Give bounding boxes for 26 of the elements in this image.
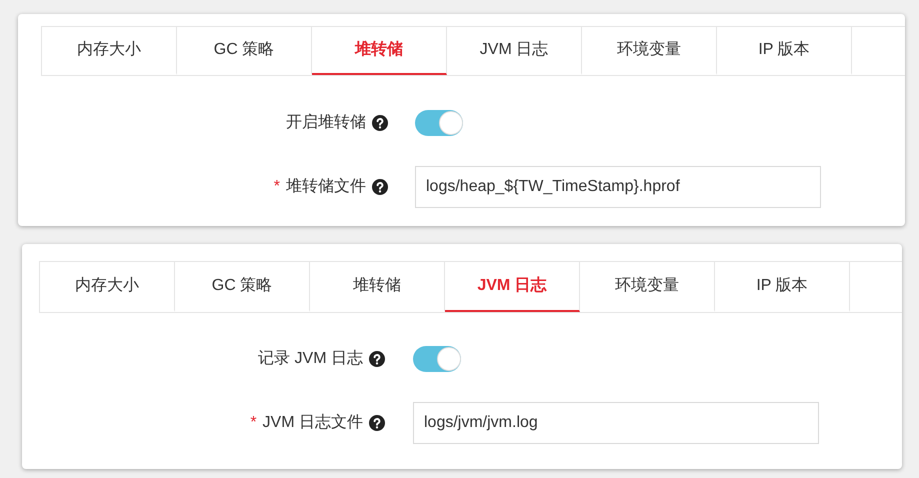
tab[interactable]: IP 版本 xyxy=(717,27,852,75)
tab[interactable]: 环境变量 xyxy=(582,27,717,75)
required-mark: * xyxy=(274,177,280,197)
tab[interactable]: GC 策略 xyxy=(175,262,310,312)
help-icon[interactable] xyxy=(369,351,385,367)
tab[interactable]: IP 版本 xyxy=(715,262,850,312)
toggle-switch[interactable] xyxy=(413,346,461,372)
required-mark: * xyxy=(250,413,257,433)
field-label: JVM 日志文件 xyxy=(262,412,363,433)
field-label: 堆转储文件 xyxy=(286,176,366,197)
help-icon[interactable] xyxy=(372,115,388,131)
tab[interactable]: 堆转储 xyxy=(312,27,447,75)
help-icon[interactable] xyxy=(369,415,385,431)
tab[interactable]: 内存大小 xyxy=(40,262,175,312)
tab[interactable]: JVM 日志 xyxy=(447,27,582,75)
field-label: 开启堆转储 xyxy=(286,112,366,133)
tab[interactable]: GC 策略 xyxy=(177,27,312,75)
tab[interactable]: 堆转储 xyxy=(310,262,445,312)
input-field[interactable]: logs/jvm/jvm.log xyxy=(413,402,819,444)
help-icon[interactable] xyxy=(372,179,388,195)
field-label: 记录 JVM 日志 xyxy=(258,348,363,369)
toggle-switch[interactable] xyxy=(415,110,463,136)
tab[interactable]: 环境变量 xyxy=(580,262,715,312)
tab[interactable]: 内存大小 xyxy=(42,27,177,75)
tab[interactable]: JVM 日志 xyxy=(445,262,580,312)
input-field[interactable]: logs/heap_${TW_TimeStamp}.hprof xyxy=(415,166,821,208)
